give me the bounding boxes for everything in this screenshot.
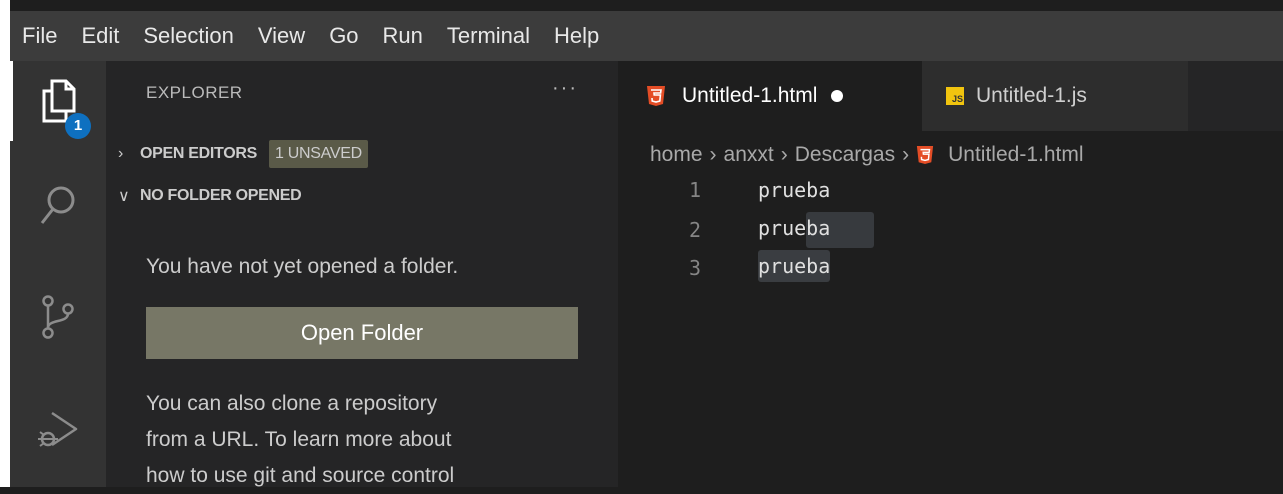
- breadcrumb-item[interactable]: Untitled-1.html: [948, 143, 1083, 167]
- open-editors-section[interactable]: › OPEN EDITORS 1 UNSAVED: [118, 137, 368, 171]
- chevron-down-icon: ∨: [118, 188, 130, 205]
- line-number: 1: [688, 178, 702, 202]
- html5-icon: [917, 146, 934, 164]
- menu-edit[interactable]: Edit: [69, 11, 131, 61]
- menu-terminal[interactable]: Terminal: [435, 11, 542, 61]
- activity-explorer[interactable]: 1: [10, 61, 106, 141]
- html5-icon: [647, 86, 665, 106]
- menu-view[interactable]: View: [246, 11, 317, 61]
- unsaved-badge: 1 UNSAVED: [269, 140, 368, 168]
- chevron-right-icon: ›: [709, 143, 717, 166]
- activity-source-control[interactable]: [10, 277, 106, 357]
- activity-run-debug[interactable]: [10, 389, 106, 469]
- no-folder-section[interactable]: ∨ NO FOLDER OPENED: [118, 179, 302, 213]
- open-editors-label: OPEN EDITORS: [140, 145, 258, 162]
- sidebar-title: EXPLORER: [146, 83, 243, 102]
- explorer-badge: 1: [65, 113, 91, 139]
- code-text: prueba: [758, 254, 831, 278]
- explorer-sidebar: EXPLORER ··· › OPEN EDITORS 1 UNSAVED ∨ …: [106, 61, 618, 487]
- tab-label: Untitled-1.html: [682, 84, 818, 107]
- editor-tab-bar: Untitled-1.html JS Untitled-1.js: [618, 61, 1283, 131]
- run-debug-icon: [38, 411, 78, 447]
- breadcrumb: home › anxxt › Descargas › Untitled-1.ht…: [650, 141, 1084, 169]
- js-icon: JS: [946, 87, 964, 105]
- code-line-selected[interactable]: prueba: [758, 250, 831, 282]
- tab-untitled-js[interactable]: JS Untitled-1.js: [922, 61, 1188, 131]
- clone-text-line: You can also clone a repository: [146, 392, 438, 415]
- open-folder-button[interactable]: Open Folder: [146, 307, 578, 359]
- breadcrumb-item[interactable]: anxxt: [724, 143, 774, 167]
- activity-search[interactable]: [10, 165, 106, 245]
- menu-bar: File Edit Selection View Go Run Terminal…: [10, 11, 1283, 61]
- menu-selection[interactable]: Selection: [131, 11, 246, 61]
- unsaved-dot-icon[interactable]: [831, 90, 844, 102]
- more-actions-icon[interactable]: ···: [552, 77, 578, 100]
- search-icon: [40, 186, 75, 224]
- no-folder-message: You have not yet opened a folder.: [146, 255, 459, 278]
- window-edge: [0, 0, 10, 487]
- code-text: prueba: [758, 216, 831, 240]
- no-folder-label: NO FOLDER OPENED: [140, 187, 302, 204]
- menu-help[interactable]: Help: [542, 11, 611, 61]
- tab-label: Untitled-1.js: [976, 84, 1087, 107]
- line-number: 3: [688, 256, 702, 280]
- tab-untitled-html[interactable]: Untitled-1.html: [618, 61, 922, 131]
- chevron-right-icon: ›: [118, 145, 124, 162]
- breadcrumb-item[interactable]: home: [650, 143, 703, 167]
- breadcrumb-item[interactable]: Descargas: [795, 143, 895, 167]
- activity-bar: 1: [10, 61, 106, 487]
- code-line[interactable]: prueba: [758, 178, 830, 202]
- chevron-right-icon: ›: [780, 143, 788, 166]
- code-text: prueba: [758, 178, 831, 202]
- clone-text-line: how to use git and source control: [146, 464, 455, 487]
- menu-go[interactable]: Go: [317, 11, 370, 61]
- clone-text-line: from a URL. To learn more about: [146, 428, 452, 451]
- code-line[interactable]: prueba: [758, 212, 830, 244]
- menu-run[interactable]: Run: [371, 11, 435, 61]
- menu-file[interactable]: File: [10, 11, 69, 61]
- line-number: 2: [688, 218, 702, 242]
- chevron-right-icon: ›: [902, 143, 910, 166]
- source-control-icon: [42, 295, 74, 339]
